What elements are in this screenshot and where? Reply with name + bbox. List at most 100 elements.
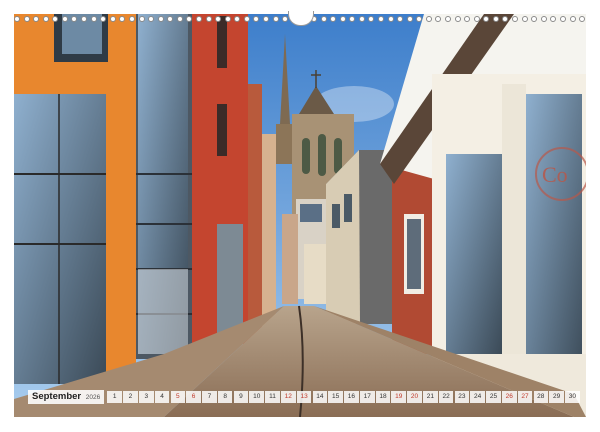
binding-hole [416, 16, 423, 22]
day-cell: 6 [186, 391, 201, 403]
binding-hole [559, 16, 566, 22]
month-label: September 2026 [28, 390, 105, 404]
binding-hole [320, 16, 327, 22]
day-cell: 7 [202, 391, 217, 403]
day-cell: 5 [170, 391, 186, 403]
binding-hole [157, 16, 164, 22]
day-cell: 23 [454, 391, 470, 403]
binding-hole [33, 16, 40, 22]
binding-hole [195, 16, 202, 22]
binding-hole [100, 16, 107, 22]
binding-hole [52, 16, 59, 22]
day-cell: 22 [438, 391, 454, 403]
day-cell: 13 [296, 391, 312, 403]
binding-hole [224, 16, 231, 22]
day-cell: 28 [533, 391, 549, 403]
binding-hole [521, 16, 528, 22]
binding-hole [540, 16, 547, 22]
day-cell: 19 [391, 391, 407, 403]
binding-hole [14, 16, 20, 22]
binding-hole [253, 16, 260, 22]
binding-hole [531, 16, 538, 22]
year-label: 2026 [85, 394, 101, 401]
binding-hole [550, 16, 557, 22]
distant-window [300, 204, 322, 222]
glass-building [136, 14, 192, 359]
binding-hole [215, 16, 222, 22]
distant-building [282, 214, 298, 304]
day-cell: 29 [549, 391, 564, 403]
binding-hole [119, 16, 126, 22]
day-cell: 9 [233, 391, 249, 403]
binding-hole [512, 16, 519, 22]
cream-shop [304, 244, 326, 304]
binding-hole [205, 16, 212, 22]
day-cells: 1 2 3 4 5 6 7 8 9 10 11 12 13 14 15 16 17 18 19 20 21 22 23 24 2… [106, 391, 580, 403]
day-cell: 2 [123, 391, 138, 403]
binding-hole [148, 16, 155, 22]
binding-hole [445, 16, 452, 22]
month-name: September [32, 391, 82, 402]
day-cell: 4 [154, 391, 170, 403]
binding-hole [263, 16, 270, 22]
binding-hole [425, 16, 432, 22]
binding-hole [377, 16, 384, 22]
binding-hole [579, 16, 586, 22]
day-cell: 11 [265, 391, 280, 403]
binding-hole [272, 16, 279, 22]
binding-hole [358, 16, 365, 22]
binding-hole [339, 16, 346, 22]
binding-hole [128, 16, 135, 22]
day-cell: 21 [423, 391, 438, 403]
binding-hole [473, 16, 480, 22]
day-cell: 3 [138, 391, 154, 403]
day-cell: 27 [517, 391, 533, 403]
street-scene: Co [14, 14, 586, 417]
day-cell: 20 [407, 391, 422, 403]
binding-hole [234, 16, 241, 22]
shop-sign: Co [542, 162, 568, 187]
calendar-strip: September 2026 1 2 3 4 5 6 7 8 9 10 11 12 13 14 15 16 17… [28, 390, 580, 404]
day-cell: 12 [281, 391, 296, 403]
street-photo: Co [14, 14, 586, 417]
day-cell: 17 [359, 391, 375, 403]
binding-hole [23, 16, 30, 22]
day-cell: 14 [312, 391, 328, 403]
binding-hole [282, 16, 289, 22]
binding-hole [464, 16, 471, 22]
day-cell: 24 [470, 391, 485, 403]
binding-hole [61, 16, 68, 22]
binding-hole [397, 16, 404, 22]
binding-hole [42, 16, 49, 22]
binding-hole [138, 16, 145, 22]
binding-hole [330, 16, 337, 22]
day-cell: 1 [107, 391, 122, 403]
binding-hole [167, 16, 174, 22]
binding-hole [71, 16, 78, 22]
binding-hole [406, 16, 413, 22]
binding-hole [387, 16, 394, 22]
orange-building [14, 14, 136, 384]
day-cell: 30 [565, 391, 580, 403]
binding-hole [349, 16, 356, 22]
binding-hole [81, 16, 88, 22]
binding-hole [502, 16, 509, 22]
day-cell: 15 [328, 391, 343, 403]
binding-hole [368, 16, 375, 22]
day-cell: 26 [501, 391, 517, 403]
day-cell: 16 [344, 391, 359, 403]
binding-hole [435, 16, 442, 22]
binding-hole [186, 16, 193, 22]
binding-hole [483, 16, 490, 22]
binding-hole [109, 16, 116, 22]
binding-hole [243, 16, 250, 22]
binding-hole [176, 16, 183, 22]
binding-hole [90, 16, 97, 22]
day-cell: 25 [486, 391, 501, 403]
binding-hole [454, 16, 461, 22]
day-cell: 10 [249, 391, 265, 403]
day-cell: 18 [375, 391, 391, 403]
binding-hole [569, 16, 576, 22]
binding-hole [492, 16, 499, 22]
calendar-page: Co September 2026 1 2 3 4 5 6 7 8 9 10 11 12 13 14 15 1… [0, 0, 600, 432]
